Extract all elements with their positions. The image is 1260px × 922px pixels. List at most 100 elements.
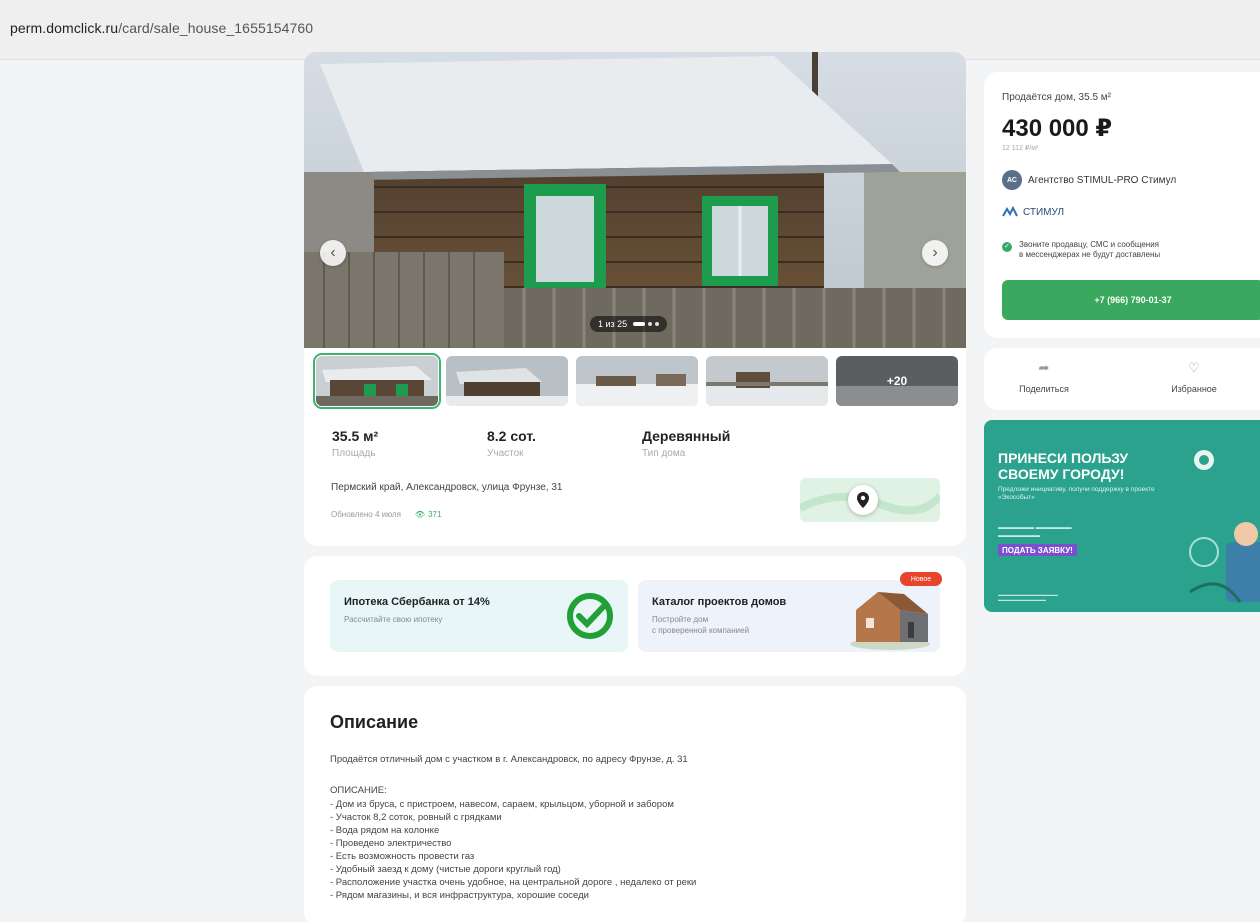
agency-name: Агентство STIMUL-PRO Стимул <box>1028 174 1177 186</box>
heart-icon: ♡ <box>1188 360 1200 375</box>
ad-headline-line-2: СВОЕМУ ГОРОДУ! <box>998 466 1125 482</box>
url-host: perm.domclick.ru <box>10 20 119 36</box>
description-card: Описание Продаётся отличный дом с участк… <box>304 686 966 922</box>
ad-fine-print: ▬▬▬▬▬▬▬▬▬▬▬▬▬▬▬ ▬▬▬▬▬▬▬▬▬▬▬▬ <box>998 592 1058 602</box>
price-card: Продаётся дом, 35.5 м² 430 000 ₽ 12 112 … <box>984 72 1260 338</box>
thumbnail-3[interactable] <box>576 356 698 406</box>
spec-label: Тип дома <box>642 448 686 459</box>
photo-dots <box>633 322 660 326</box>
chevron-right-icon: › <box>932 244 938 261</box>
show-phone-button[interactable]: +7 (966) 790-01-37 <box>1002 280 1260 320</box>
spec-label: Участок <box>487 448 524 459</box>
list-item: - Рядом магазины, и вся инфраструктура, … <box>330 890 589 901</box>
price-per-sqm: 12 112 ₽/м² <box>1002 145 1039 152</box>
list-item: - Есть возможность провести газ <box>330 851 475 862</box>
thumbnail-2[interactable] <box>446 356 568 406</box>
description-heading: ОПИСАНИЕ: <box>330 785 387 796</box>
description-title: Описание <box>330 712 419 732</box>
contact-notice: ✓ Звоните продавцу, СМС и сообщения в мес… <box>1002 240 1160 260</box>
thumbnail-image <box>316 356 438 406</box>
share-label: Поделиться <box>1019 384 1069 394</box>
catalog-promo[interactable]: Каталог проектов домов Постройте дом с пр… <box>638 580 940 652</box>
chevron-left-icon: ‹ <box>330 244 336 261</box>
url-path: /card/sale_house_1655154760 <box>118 20 314 36</box>
favorite-label: Избранное <box>1171 384 1217 394</box>
catalog-subtitle: Постройте дом с проверенной компанией <box>652 614 749 636</box>
thumbnail-image <box>576 356 698 406</box>
listing-meta: Обновлено 4 июля 👁 371 <box>331 510 441 519</box>
house-model-icon <box>850 592 930 650</box>
stimul-logo-icon <box>1002 206 1018 217</box>
spec-plot: 8.2 сот. Участок <box>487 428 642 459</box>
notice-text: Звоните продавцу, СМС и сообщения в мессе… <box>1019 240 1160 260</box>
thumbnail-strip: +20 <box>313 353 958 409</box>
mortgage-title: Ипотека Сбербанка от 14% <box>344 596 490 608</box>
ad-banner[interactable]: ПРИНЕСИ ПОЛЬЗУ СВОЕМУ ГОРОДУ! Предложи ин… <box>984 420 1260 612</box>
sber-logo-icon <box>567 593 613 639</box>
description-list: - Дом из бруса, с пристроем, навесом, са… <box>330 798 696 902</box>
sale-subtitle: Продаётся дом, 35.5 м² <box>1002 92 1111 103</box>
thumbnail-image <box>706 356 828 406</box>
avatar: АС <box>1002 170 1022 190</box>
ad-headline: ПРИНЕСИ ПОЛЬЗУ СВОЕМУ ГОРОДУ! <box>998 450 1128 482</box>
eye-icon: 👁 <box>414 510 426 519</box>
promo-card: Ипотека Сбербанка от 14% Рассчитайте сво… <box>304 556 966 676</box>
list-item: - Участок 8,2 соток, ровный с грядками <box>330 812 502 823</box>
ad-subtitle: Предложи инициативу, получи поддержку в … <box>998 486 1155 501</box>
ad-cta-button[interactable]: ПОДАТЬ ЗАЯВКУ! <box>998 544 1077 556</box>
catalog-subtitle-line-1: Постройте дом <box>652 615 709 624</box>
actions-card: ➦ Поделиться ♡ Избранное <box>984 348 1260 410</box>
photo-counter: 1 из 25 <box>590 316 668 332</box>
map-preview[interactable] <box>800 478 940 522</box>
notice-line-2: в мессенджерах не будут доставлены <box>1019 250 1161 259</box>
description-intro: Продаётся отличный дом с участком в г. А… <box>330 754 688 765</box>
spec-list: 35.5 м² Площадь 8.2 сот. Участок Деревян… <box>332 428 797 459</box>
brand-name: СТИМУЛ <box>1023 206 1065 218</box>
share-button[interactable]: ➦ Поделиться <box>984 360 1104 394</box>
list-item: - Расположение участка очень удобное, на… <box>330 877 697 888</box>
catalog-subtitle-line-2: с проверенной компанией <box>652 626 750 635</box>
next-photo-button[interactable]: › <box>922 240 948 266</box>
views-count: 👁 371 <box>415 510 442 519</box>
mortgage-subtitle: Рассчитайте свою ипотеку <box>344 615 443 624</box>
new-badge: Новое <box>900 572 942 586</box>
agency-brand: СТИМУЛ <box>1002 206 1064 218</box>
spec-label: Площадь <box>332 448 376 459</box>
list-item: - Проведено электричество <box>330 838 452 849</box>
ad-headline-line-1: ПРИНЕСИ ПОЛЬЗУ <box>998 450 1129 466</box>
spec-value: 35.5 м² <box>332 428 379 444</box>
address-bar[interactable]: perm.domclick.ru/card/sale_house_1655154… <box>0 0 1260 60</box>
house-photo-illustration <box>304 52 966 348</box>
thumbnail-image <box>446 356 568 406</box>
mortgage-promo[interactable]: Ипотека Сбербанка от 14% Рассчитайте сво… <box>330 580 628 652</box>
spec-value: 8.2 сот. <box>487 428 536 444</box>
share-icon: ➦ <box>1038 360 1050 375</box>
location-pin-icon <box>848 485 878 515</box>
thumbnail-4[interactable] <box>706 356 828 406</box>
favorite-button[interactable]: ♡ Избранное <box>1134 360 1254 394</box>
agency-link[interactable]: АС Агентство STIMUL-PRO Стимул <box>1002 170 1176 190</box>
ad-illustration <box>1189 450 1260 603</box>
listing-info-card: +20 35.5 м² Площадь 8.2 сот. Участок Дер… <box>304 348 966 546</box>
spec-house-type: Деревянный Тип дома <box>642 428 797 459</box>
thumbnail-more[interactable]: +20 <box>836 356 958 406</box>
shield-check-icon: ✓ <box>1002 242 1012 252</box>
main-photo[interactable]: ‹ › 1 из 25 <box>304 52 966 348</box>
spec-area: 35.5 м² Площадь <box>332 428 487 459</box>
list-item: - Дом из бруса, с пристроем, навесом, са… <box>330 799 674 810</box>
prev-photo-button[interactable]: ‹ <box>320 240 346 266</box>
url-text[interactable]: perm.domclick.ru/card/sale_house_1655154… <box>10 20 313 36</box>
views-value: 371 <box>428 510 442 519</box>
ad-secondary-text: ▬▬▬▬▬▬ ▬▬▬▬▬▬ ▬▬▬▬▬▬▬ <box>998 525 1072 539</box>
notice-line-1: Звоните продавцу, СМС и сообщения <box>1019 240 1159 249</box>
catalog-title: Каталог проектов домов <box>652 596 787 608</box>
list-item: - Удобный заезд к дому (чистые дороги кр… <box>330 864 561 875</box>
photo-counter-text: 1 из 25 <box>598 319 628 329</box>
price: 430 000 ₽ <box>1002 115 1113 142</box>
more-photos-label: +20 <box>886 374 908 388</box>
thumbnail-1[interactable] <box>313 353 441 409</box>
list-item: - Вода рядом на колонке <box>330 825 440 836</box>
listing-address: Пермский край, Александровск, улица Фрун… <box>331 482 563 493</box>
updated-date: Обновлено 4 июля <box>331 510 401 519</box>
spec-value: Деревянный <box>642 428 731 444</box>
